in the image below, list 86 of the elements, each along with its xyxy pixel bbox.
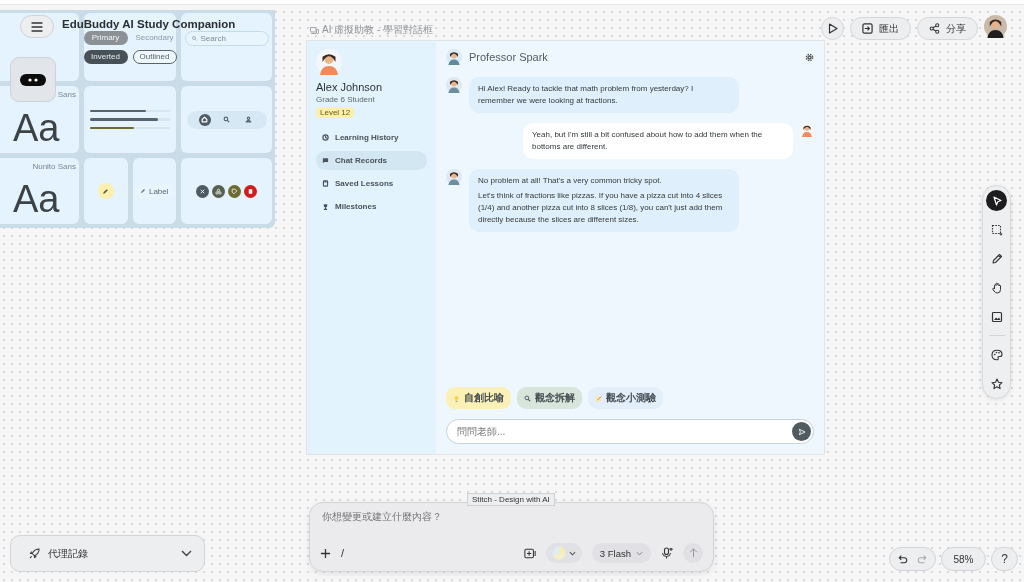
zoom-level-button[interactable]: 58% (941, 547, 986, 571)
prompt-field[interactable]: 你想變更或建立什麼內容？ (320, 510, 703, 523)
devices-icon (310, 26, 319, 34)
menu-icon (31, 21, 43, 32)
share-icon (929, 23, 940, 34)
profile-name: Alex Johnson (316, 81, 384, 93)
plus-icon[interactable] (320, 547, 331, 559)
person-icon (245, 116, 252, 123)
profile-grade: Grade 6 Student (316, 95, 376, 104)
play-button[interactable] (821, 17, 844, 40)
lightbulb-icon (453, 394, 460, 402)
app-title: EduBuddy AI Study Companion (62, 18, 236, 30)
rocket-icon (29, 548, 40, 559)
font-label: Nunito Sans (32, 162, 76, 171)
robot-face-icon (20, 73, 46, 86)
arrow-up-icon (688, 548, 698, 558)
bookmark-icon (322, 180, 329, 187)
icon-button[interactable] (196, 184, 209, 198)
message-field[interactable]: 問問老師... (446, 419, 814, 444)
suggestion-chip[interactable]: 觀念拆解 (517, 387, 582, 409)
nav-item[interactable]: Saved Lessons (316, 174, 427, 193)
font-label: Sans (57, 90, 76, 99)
slash-command[interactable]: / (341, 547, 345, 559)
icon-button[interactable] (244, 184, 257, 198)
tools-icon (199, 187, 206, 195)
send-icon (797, 427, 806, 436)
message-text: Hi Alex! Ready to tackle that math problem from yesterday? I remember we were looking at fractions. (478, 83, 695, 107)
chevron-down-icon (568, 550, 576, 556)
magnifier-icon (524, 394, 531, 402)
play-icon (827, 23, 838, 34)
level-badge: Level 12 (316, 107, 355, 118)
pencil-icon (990, 252, 1003, 265)
nav-item[interactable]: Milestones (316, 197, 427, 216)
star-icon (990, 377, 1003, 390)
nav-item[interactable]: Learning History (316, 128, 427, 147)
sample-button[interactable]: Inverted (83, 49, 128, 64)
message-text: Let's think of fractions like pizzas. If you have a pizza cut into 4 slices (1/4) and another pizza cut into 8 slices (1/8), you can't just add them directly because the slices are different sizes. (478, 190, 724, 226)
icon-button[interactable] (228, 184, 241, 198)
export-icon (862, 23, 873, 34)
sample-button[interactable]: Outlined (132, 49, 177, 64)
nav-icon-button[interactable] (198, 113, 211, 126)
hand-icon (990, 281, 1003, 294)
trophy-icon (322, 203, 329, 210)
toolbar-button[interactable]: 分享 (917, 17, 978, 40)
chat-icon (322, 157, 329, 164)
frame-label: AI 虛擬助教 - 學習對話框 (322, 23, 434, 37)
chip-label: Label (148, 186, 169, 196)
model-selector[interactable]: 3 Flash (591, 543, 651, 563)
pencil-icon (102, 187, 110, 195)
type-sample: Aa (13, 180, 60, 218)
add-screen-icon[interactable] (523, 547, 536, 559)
selection-icon (990, 223, 1003, 236)
pointer-icon (990, 194, 1003, 207)
pencil-icon (139, 188, 146, 194)
home-icon (201, 116, 208, 123)
chevron-down-icon (636, 550, 643, 556)
theme-swatch-icon (551, 546, 566, 560)
trash-icon (247, 187, 254, 195)
agent-log-dropdown[interactable]: 代理記錄 (10, 535, 205, 572)
tag-icon (231, 187, 238, 195)
memo-icon (595, 394, 602, 402)
voice-icon[interactable] (661, 547, 673, 559)
nodes-icon (215, 187, 222, 195)
type-sample: Aa (13, 109, 60, 147)
suggestion-chip[interactable]: 觀念小測驗 (588, 387, 663, 409)
message-text: Yeah, but I'm still a bit confused about how to add them when the bottoms are different. (532, 129, 764, 153)
search-placeholder: Search (200, 33, 226, 43)
tool-button[interactable] (986, 190, 1007, 211)
icon-button[interactable] (212, 184, 225, 198)
chat-title: Professor Spark (469, 51, 549, 63)
help-button[interactable]: ? (991, 547, 1018, 571)
edit-button[interactable] (97, 183, 114, 199)
agent-button[interactable] (10, 57, 56, 102)
palette-icon (990, 348, 1003, 361)
suggestion-chip[interactable]: 自創比喻 (446, 387, 511, 409)
toolbar-button[interactable]: 匯出 (850, 17, 911, 40)
history-icon (322, 134, 329, 141)
search-icon (223, 116, 230, 123)
message-text: No problem at all! That's a very common tricky spot. (478, 175, 663, 187)
settings-icon[interactable] (805, 52, 814, 62)
image-icon (990, 310, 1003, 323)
search-icon (191, 35, 197, 41)
label-chip[interactable]: Label (135, 183, 173, 199)
tooltip: Stitch - Design with AI (467, 493, 555, 506)
nav-item[interactable]: Chat Records (316, 151, 427, 170)
undo-icon[interactable] (898, 554, 908, 564)
